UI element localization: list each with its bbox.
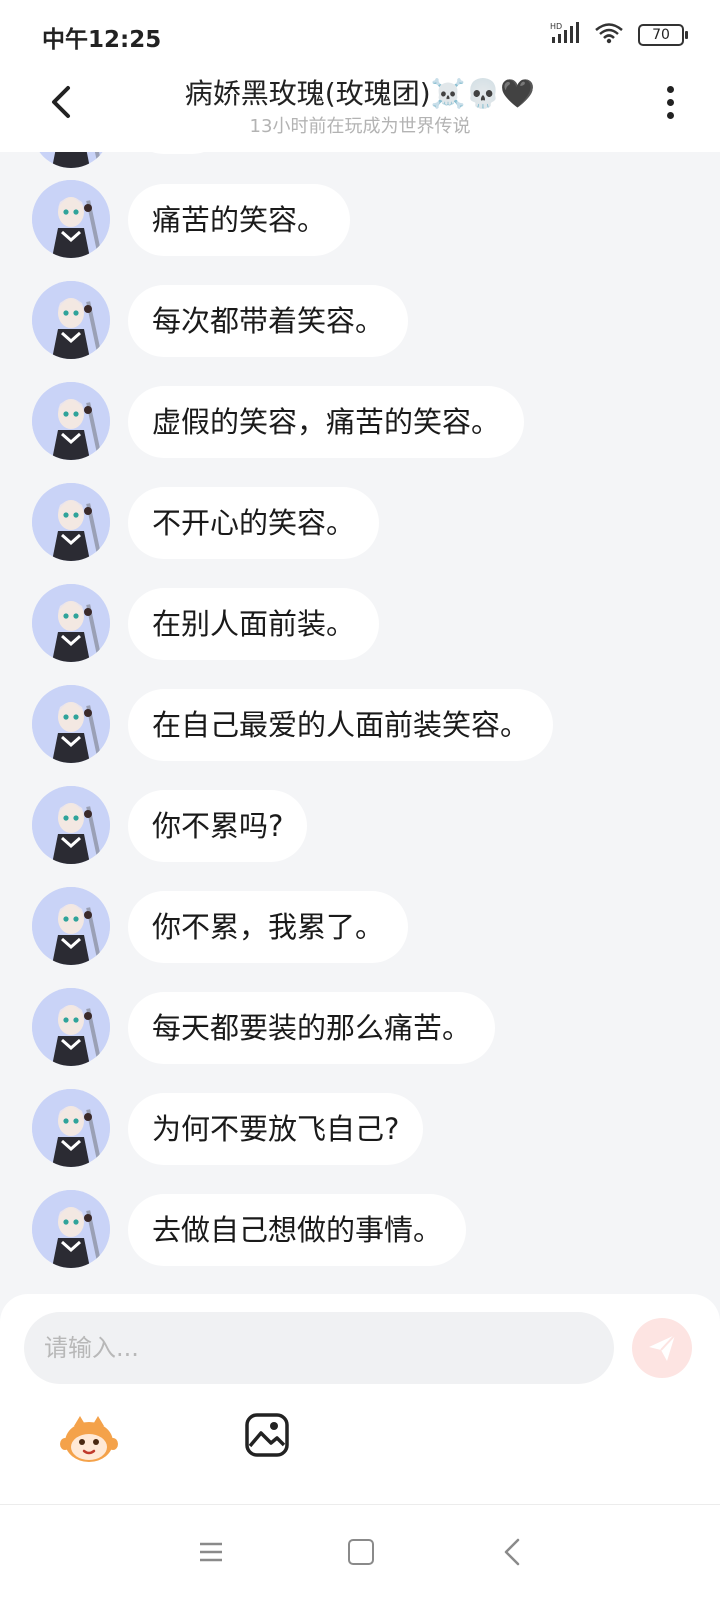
- avatar[interactable]: [32, 685, 110, 763]
- avatar[interactable]: [32, 584, 110, 662]
- avatar[interactable]: [32, 887, 110, 965]
- send-icon: [649, 1334, 676, 1361]
- message-bubble[interactable]: 每天都要装的那么痛苦。: [128, 992, 496, 1064]
- message-bubble[interactable]: 你不累，我累了。: [128, 891, 409, 963]
- back-icon: [504, 1538, 520, 1566]
- message-bubble[interactable]: 虚假的笑容，痛苦的笑容。: [128, 386, 525, 458]
- message-input[interactable]: [24, 1312, 614, 1384]
- more-dot-icon: [666, 111, 674, 119]
- message-bubble[interactable]: 为何不要放飞自己?: [128, 1093, 424, 1165]
- image-button[interactable]: [244, 1412, 290, 1458]
- chevron-left-icon: [52, 86, 70, 118]
- status-bar: 中午12:25 HD 70: [0, 0, 720, 66]
- wifi-icon: [594, 22, 624, 48]
- message-row: 去做自己想做的事情。: [0, 1190, 720, 1270]
- message-row: 在自己最爱的人面前装笑容。: [0, 685, 720, 765]
- message-bubble-partial: [128, 152, 228, 154]
- avatar[interactable]: [32, 152, 110, 168]
- emoji-icon: [60, 1416, 118, 1462]
- message-bubble[interactable]: 每次都带着笑容。: [128, 285, 409, 357]
- system-back-button[interactable]: [500, 1537, 526, 1567]
- chat-subtitle: 13小时前在玩成为世界传说: [249, 116, 471, 137]
- signal-icon: HD: [550, 21, 580, 49]
- emoji-button[interactable]: [60, 1414, 118, 1466]
- home-button[interactable]: [348, 1539, 374, 1565]
- avatar[interactable]: [32, 382, 110, 460]
- image-icon: [245, 1413, 289, 1457]
- avatar[interactable]: [32, 1089, 110, 1167]
- message-bubble[interactable]: 在自己最爱的人面前装笑容。: [128, 689, 554, 761]
- message-row: 痛苦的笑容。: [0, 180, 720, 260]
- message-row: 虚假的笑容，痛苦的笑容。: [0, 382, 720, 462]
- chat-header: 病娇黑玫瑰(玫瑰团)☠️💀🖤 13小时前在玩成为世界传说: [0, 66, 720, 152]
- more-button[interactable]: [660, 80, 680, 124]
- message-bubble[interactable]: 去做自己想做的事情。: [128, 1194, 467, 1266]
- message-row: 每天都要装的那么痛苦。: [0, 988, 720, 1068]
- message-row: 每次都带着笑容。: [0, 281, 720, 361]
- battery-indicator: 70: [638, 24, 688, 46]
- send-button[interactable]: [632, 1318, 692, 1378]
- chat-title: 病娇黑玫瑰(玫瑰团)☠️💀🖤: [184, 77, 536, 110]
- menu-icon: [200, 1542, 222, 1562]
- message-row: 在别人面前装。: [0, 584, 720, 664]
- message-row: 你不累，我累了。: [0, 887, 720, 967]
- message-row: 你不累吗?: [0, 786, 720, 866]
- avatar[interactable]: [32, 1190, 110, 1268]
- recent-apps-button[interactable]: [198, 1539, 224, 1565]
- message-bubble[interactable]: 你不累吗?: [128, 790, 308, 862]
- avatar[interactable]: [32, 180, 110, 258]
- message-bubble[interactable]: 在别人面前装。: [128, 588, 380, 660]
- composer-panel: [0, 1294, 720, 1504]
- system-nav-bar: [0, 1504, 720, 1600]
- message-list[interactable]: 痛苦的笑容。 每次都带着笑容。 虚假的笑容，痛苦的笑容。 不开心的笑容。 在别人…: [0, 152, 720, 1294]
- back-button[interactable]: [44, 80, 84, 124]
- avatar[interactable]: [32, 281, 110, 359]
- message-bubble[interactable]: 痛苦的笑容。: [128, 184, 351, 256]
- avatar[interactable]: [32, 483, 110, 561]
- status-icons: HD 70: [550, 20, 688, 50]
- signal-hd-label: HD: [550, 22, 562, 31]
- message-row: 不开心的笑容。: [0, 483, 720, 563]
- more-dot-icon: [666, 98, 674, 106]
- avatar[interactable]: [32, 786, 110, 864]
- status-time: 中午12:25: [42, 27, 162, 53]
- message-row: 为何不要放飞自己?: [0, 1089, 720, 1169]
- message-bubble[interactable]: 不开心的笑容。: [128, 487, 380, 559]
- avatar[interactable]: [32, 988, 110, 1066]
- more-dot-icon: [666, 85, 674, 93]
